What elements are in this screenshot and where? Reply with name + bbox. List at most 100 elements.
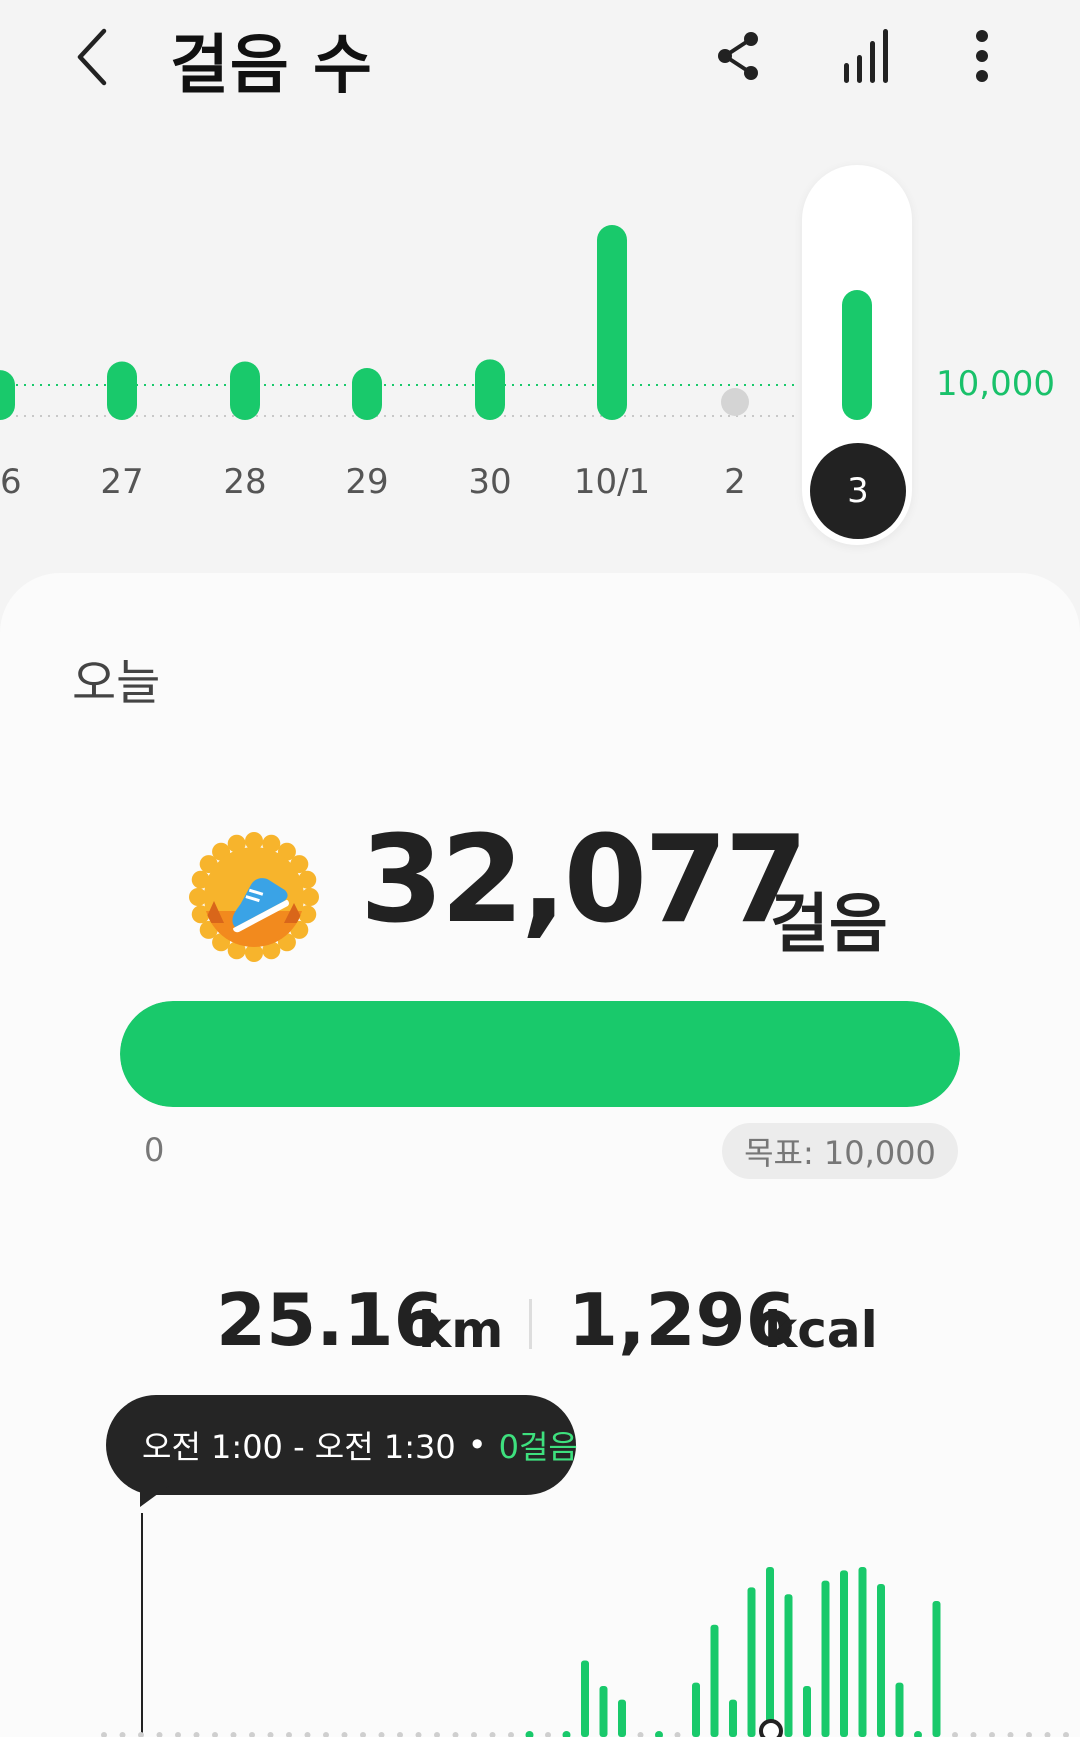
goal-badge[interactable]: 목표: 10,000: [722, 1123, 958, 1179]
back-icon: [77, 28, 107, 86]
steps-progress-fill: [120, 1001, 960, 1107]
distance-value: 25.16: [216, 1278, 444, 1362]
hourly-dot: [267, 1732, 274, 1737]
hourly-dot: [1063, 1732, 1069, 1737]
hourly-dot: [1044, 1732, 1051, 1737]
hourly-bar: [932, 1601, 941, 1737]
hourly-dot: [452, 1732, 459, 1737]
hourly-bar: [618, 1699, 626, 1737]
hourly-dot: [655, 1731, 663, 1737]
hourly-tooltip: 오전 1:00 - 오전 1:30 • 0걸음: [106, 1395, 578, 1495]
day-bar-29: [352, 368, 382, 420]
day-label-30[interactable]: 30: [450, 462, 530, 502]
hourly-dot: [525, 1731, 534, 1737]
hourly-dot: [378, 1732, 385, 1737]
day-bar-10-1: [597, 225, 627, 420]
hourly-dot: [415, 1732, 422, 1737]
share-icon: [718, 32, 758, 80]
hourly-bar: [821, 1580, 830, 1737]
hourly-dot: [545, 1732, 551, 1737]
goal-line-label: 10,000: [936, 364, 1055, 404]
hourly-dot: [101, 1732, 107, 1737]
day-label-26[interactable]: 26: [0, 462, 40, 502]
hourly-dot: [434, 1732, 440, 1737]
hourly-dot: [562, 1731, 571, 1737]
hourly-bar: [581, 1660, 589, 1737]
stats-button[interactable]: [834, 24, 898, 88]
back-button[interactable]: [62, 22, 122, 92]
hourly-dot: [637, 1732, 644, 1737]
hourly-bar: [710, 1624, 719, 1737]
tooltip-steps: 0걸음: [498, 1428, 578, 1466]
hourly-bar: [784, 1594, 793, 1737]
day-label-28[interactable]: 28: [205, 462, 285, 502]
hourly-dot: [212, 1732, 218, 1737]
today-label: 오늘: [72, 655, 161, 711]
tooltip-time-range: 오전 1:00 - 오전 1:30: [142, 1428, 456, 1466]
tooltip-separator: •: [467, 1426, 487, 1464]
day-bar-2: [721, 388, 749, 416]
hourly-dot: [970, 1732, 977, 1737]
stats-divider: [529, 1299, 532, 1349]
hourly-dot: [304, 1732, 311, 1737]
hourly-dot: [193, 1732, 200, 1737]
progress-min-label: 0: [144, 1131, 165, 1169]
hourly-dot: [230, 1732, 237, 1737]
current-time-marker: [759, 1719, 783, 1737]
selected-day-button[interactable]: 3: [810, 443, 906, 539]
share-button[interactable]: [706, 24, 770, 88]
hourly-dot: [1026, 1732, 1032, 1737]
today-card: 오늘 32,077 걸음 0 목표: 10,000 25.16 km 1,296…: [0, 573, 1080, 1737]
hourly-dot: [138, 1732, 144, 1737]
hourly-dot: [323, 1732, 329, 1737]
hourly-bar: [692, 1682, 700, 1737]
steps-progress-bar: [120, 1001, 960, 1107]
app-header: 걸음 수: [0, 0, 1080, 130]
hourly-bar: [840, 1570, 848, 1737]
more-options-button[interactable]: [950, 24, 1014, 88]
hourly-dot: [989, 1732, 995, 1737]
weekly-bars: [0, 225, 872, 420]
hourly-dot: [341, 1732, 348, 1737]
hourly-bar: [858, 1567, 867, 1737]
calories-value: 1,296: [568, 1278, 796, 1362]
hourly-bar: [803, 1686, 811, 1737]
day-label-2[interactable]: 2: [695, 462, 775, 502]
day-label-29[interactable]: 29: [327, 462, 407, 502]
distance-unit: km: [418, 1301, 504, 1359]
day-bar-27: [107, 361, 137, 420]
day-bar-3: [842, 290, 872, 420]
hourly-dot: [674, 1732, 681, 1737]
day-bar-26: [0, 370, 15, 420]
day-label-27[interactable]: 27: [82, 462, 162, 502]
hourly-bar: [729, 1699, 737, 1737]
hourly-bar: [599, 1686, 608, 1737]
hourly-dot: [952, 1732, 958, 1737]
hourly-dot: [471, 1732, 477, 1737]
hourly-bar: [747, 1587, 756, 1737]
weekly-steps-chart: 10,000 26 27 28 29 30 10/1 2 3: [0, 150, 1080, 550]
today-steps-unit: 걸음: [770, 888, 888, 962]
day-bar-30: [475, 359, 505, 420]
day-label-10-1[interactable]: 10/1: [572, 462, 652, 502]
hourly-bar: [877, 1584, 885, 1737]
goal-achieved-badge-icon: [189, 832, 319, 962]
calories-unit: kcal: [764, 1301, 878, 1359]
hourly-bar: [895, 1682, 904, 1737]
hourly-dot: [508, 1732, 514, 1737]
today-steps-value: 32,077: [360, 811, 808, 950]
page-title: 걸음 수: [170, 29, 373, 103]
hourly-dot: [119, 1732, 126, 1737]
hourly-dot: [156, 1732, 163, 1737]
hourly-dot: [175, 1732, 181, 1737]
day-bar-28: [230, 361, 260, 420]
hourly-dot: [286, 1732, 292, 1737]
more-icon: [976, 30, 988, 82]
hourly-dot: [914, 1731, 922, 1737]
hourly-dot: [489, 1732, 496, 1737]
hourly-steps-chart[interactable]: [0, 1493, 1080, 1737]
hourly-dot: [249, 1732, 255, 1737]
hourly-bar: [766, 1567, 774, 1737]
hourly-dot: [360, 1732, 366, 1737]
hourly-dot: [397, 1732, 403, 1737]
